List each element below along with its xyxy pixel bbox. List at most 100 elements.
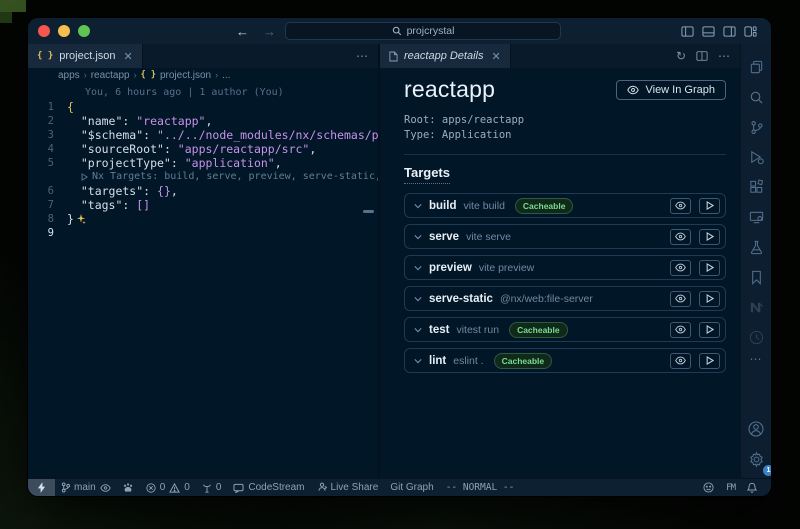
play-icon (706, 325, 714, 334)
close-tab-icon[interactable]: ✕ (124, 50, 133, 63)
close-tab-icon[interactable]: ✕ (492, 50, 501, 63)
toggle-panel-icon[interactable] (702, 25, 715, 38)
antenna-icon (202, 483, 212, 493)
more-actions-icon[interactable]: ⋯ (718, 50, 730, 62)
breadcrumb-item[interactable]: ... (222, 70, 230, 81)
additional-views-icon[interactable]: ⋯ (750, 352, 763, 374)
view-target-button[interactable] (670, 260, 691, 276)
testing-beaker-icon[interactable] (741, 232, 771, 262)
vim-mode-indicator[interactable]: -- NORMAL -- (440, 479, 521, 496)
explorer-icon[interactable] (741, 52, 771, 82)
run-debug-icon[interactable] (741, 142, 771, 172)
chevron-down-icon[interactable] (414, 234, 422, 240)
code-line[interactable]: 6 "targets": {}, (28, 184, 378, 198)
project-details-panel: reactapp View In Graph Root: apps/reacta… (380, 68, 740, 478)
chevron-down-icon[interactable] (414, 327, 422, 333)
nx-console-icon[interactable] (741, 292, 771, 322)
bookmarks-icon[interactable] (741, 262, 771, 292)
view-target-button[interactable] (670, 229, 691, 245)
chevron-down-icon[interactable] (414, 358, 422, 364)
gitlens-blame-annotation[interactable]: You, 6 hours ago | 1 author (You) (67, 86, 284, 100)
tab-project-json[interactable]: { } project.json ✕ (28, 44, 143, 68)
run-target-button[interactable] (699, 198, 720, 214)
chevron-down-icon[interactable] (414, 265, 422, 271)
tab-reactapp-details[interactable]: reactapp Details ✕ (380, 44, 511, 68)
close-window-button[interactable] (38, 25, 50, 37)
chevron-down-icon[interactable] (414, 203, 422, 209)
source-control-icon[interactable] (741, 112, 771, 142)
sparkle-icon[interactable] (76, 213, 86, 227)
git-branch-status[interactable]: main (55, 479, 117, 496)
view-target-button[interactable] (670, 198, 691, 214)
view-target-button[interactable] (670, 322, 691, 338)
tab-label: reactapp Details (404, 50, 484, 62)
view-target-button[interactable] (670, 353, 691, 369)
live-share-icon (317, 482, 327, 493)
code-line[interactable]: 1{ (28, 100, 378, 114)
toggle-primary-sidebar-icon[interactable] (681, 25, 694, 38)
file-icon (389, 51, 398, 62)
run-target-button[interactable] (699, 229, 720, 245)
customize-layout-icon[interactable] (744, 25, 757, 38)
view-target-button[interactable] (670, 291, 691, 307)
extensions-icon[interactable] (741, 172, 771, 202)
code-line[interactable]: 8} (28, 212, 378, 226)
breadcrumb-item[interactable]: reactapp (91, 70, 130, 81)
refresh-icon[interactable]: ↻ (676, 50, 686, 62)
git-graph-status[interactable]: Git Graph (384, 479, 439, 496)
remote-explorer-icon[interactable] (741, 202, 771, 232)
remote-indicator[interactable] (28, 479, 55, 496)
error-icon (146, 483, 156, 493)
lightning-icon (37, 482, 46, 493)
codestream-status[interactable]: CodeStream (227, 479, 310, 496)
run-target-button[interactable] (699, 353, 720, 369)
settings-gear-icon[interactable]: 1 (741, 444, 771, 474)
cacheable-badge: Cacheable (515, 198, 574, 214)
target-row-test[interactable]: test vitest run Cacheable (404, 317, 726, 342)
code-line[interactable]: 7 "tags": [] (28, 198, 378, 212)
search-icon[interactable] (741, 82, 771, 112)
run-target-button[interactable] (699, 260, 720, 276)
chevron-right-icon: › (134, 70, 137, 80)
target-row-preview[interactable]: preview vite preview (404, 255, 726, 280)
view-in-graph-button[interactable]: View In Graph (616, 80, 726, 100)
split-editor-icon[interactable] (696, 50, 708, 62)
go-forward-icon[interactable]: → (263, 24, 276, 39)
code-line[interactable]: 4 "sourceRoot": "apps/reactapp/src", (28, 142, 378, 156)
code-line[interactable]: 2 "name": "reactapp", (28, 114, 378, 128)
ports-status[interactable]: 0 (196, 479, 228, 496)
accounts-icon[interactable] (741, 414, 771, 444)
titlebar: ← → projcrystal (28, 18, 771, 44)
zoom-window-button[interactable] (78, 25, 90, 37)
feedback-face-icon[interactable] (697, 479, 720, 496)
chevron-down-icon[interactable] (414, 296, 422, 302)
tab-label: project.json (59, 50, 115, 62)
target-row-serve[interactable]: serve vite serve (404, 224, 726, 249)
nx-targets-codelens[interactable]: Nx Targets: build, serve, preview, serve… (67, 170, 378, 184)
code-editor[interactable]: You, 6 hours ago | 1 author (You) 1{ 2 "… (28, 82, 378, 478)
problems-status[interactable]: 0 0 (140, 479, 196, 496)
target-row-lint[interactable]: lint eslint . Cacheable (404, 348, 726, 373)
command-center-search[interactable]: projcrystal (285, 22, 561, 40)
fm-indicator[interactable]: FM (720, 479, 741, 496)
history-clock-icon[interactable] (741, 322, 771, 352)
notifications-bell-icon[interactable] (741, 479, 763, 496)
codestream-icon (233, 483, 244, 493)
breadcrumb-item[interactable]: project.json (160, 70, 211, 81)
code-line[interactable]: 5 "projectType": "application", (28, 156, 378, 170)
code-line[interactable]: 9 (28, 226, 378, 240)
code-line[interactable]: 3 "$schema": "../../node_modules/nx/sche… (28, 128, 378, 142)
minimize-window-button[interactable] (58, 25, 70, 37)
more-actions-icon[interactable]: ⋯ (356, 50, 368, 62)
target-row-build[interactable]: build vite build Cacheable (404, 193, 726, 218)
toggle-secondary-sidebar-icon[interactable] (723, 25, 736, 38)
right-tab-strip: reactapp Details ✕ ↻ ⋯ (380, 44, 740, 68)
breadcrumb-item[interactable]: apps (58, 70, 80, 81)
scrollbar-handle[interactable] (363, 210, 374, 213)
run-target-button[interactable] (699, 322, 720, 338)
target-row-serve-static[interactable]: serve-static @nx/web:file-server (404, 286, 726, 311)
run-target-button[interactable] (699, 291, 720, 307)
go-back-icon[interactable]: ← (236, 24, 249, 39)
live-share-status[interactable]: Live Share (311, 479, 385, 496)
paw-icon[interactable] (117, 479, 140, 496)
